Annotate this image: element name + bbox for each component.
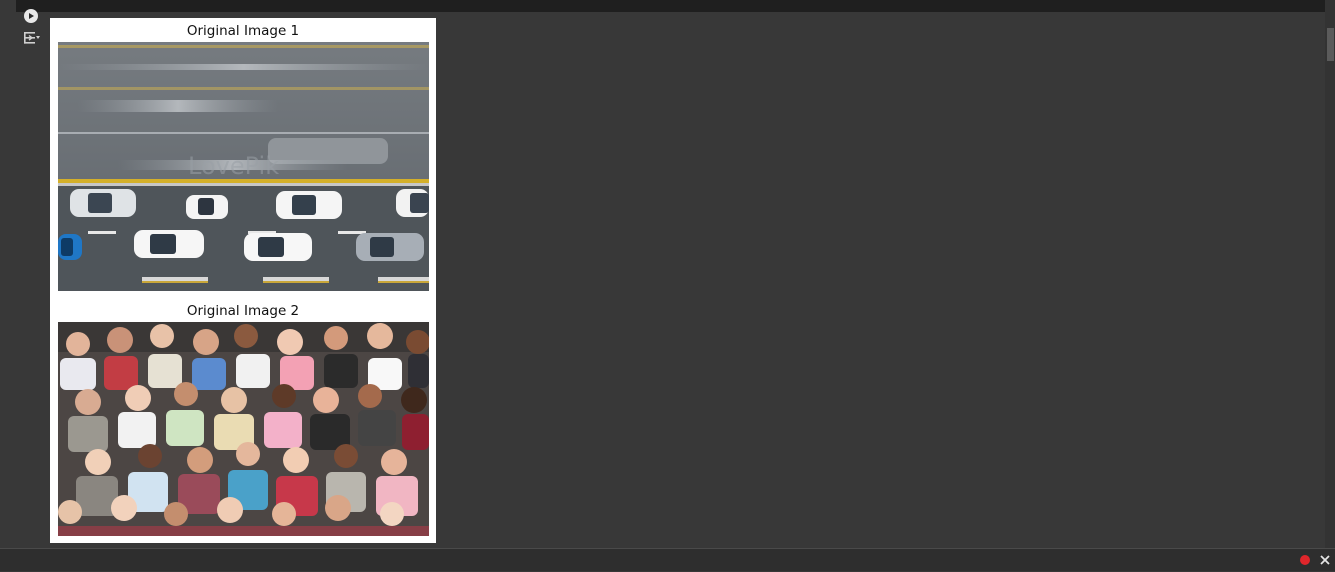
original-image-2 bbox=[58, 322, 429, 536]
status-bar bbox=[0, 548, 1335, 571]
scrollbar-track[interactable] bbox=[1325, 0, 1335, 548]
scrollbar-thumb[interactable] bbox=[1327, 28, 1334, 61]
cell-gutter bbox=[0, 0, 16, 548]
close-button[interactable] bbox=[1318, 552, 1332, 568]
play-icon bbox=[29, 13, 34, 19]
run-cell-button[interactable] bbox=[24, 9, 38, 23]
watermark-text: LovePik bbox=[188, 152, 279, 180]
output-figure: Original Image 1 LovePik Original Image … bbox=[50, 18, 436, 543]
record-dot-icon bbox=[1300, 555, 1310, 565]
output-toggle-button[interactable] bbox=[23, 30, 41, 46]
output-toggle-icon bbox=[24, 32, 40, 44]
image-2-caption: Original Image 2 bbox=[186, 303, 300, 319]
close-icon bbox=[1320, 555, 1330, 565]
original-image-1: LovePik bbox=[58, 42, 429, 291]
image-1-caption: Original Image 1 bbox=[186, 23, 300, 39]
cell-top-bar bbox=[16, 0, 1325, 12]
